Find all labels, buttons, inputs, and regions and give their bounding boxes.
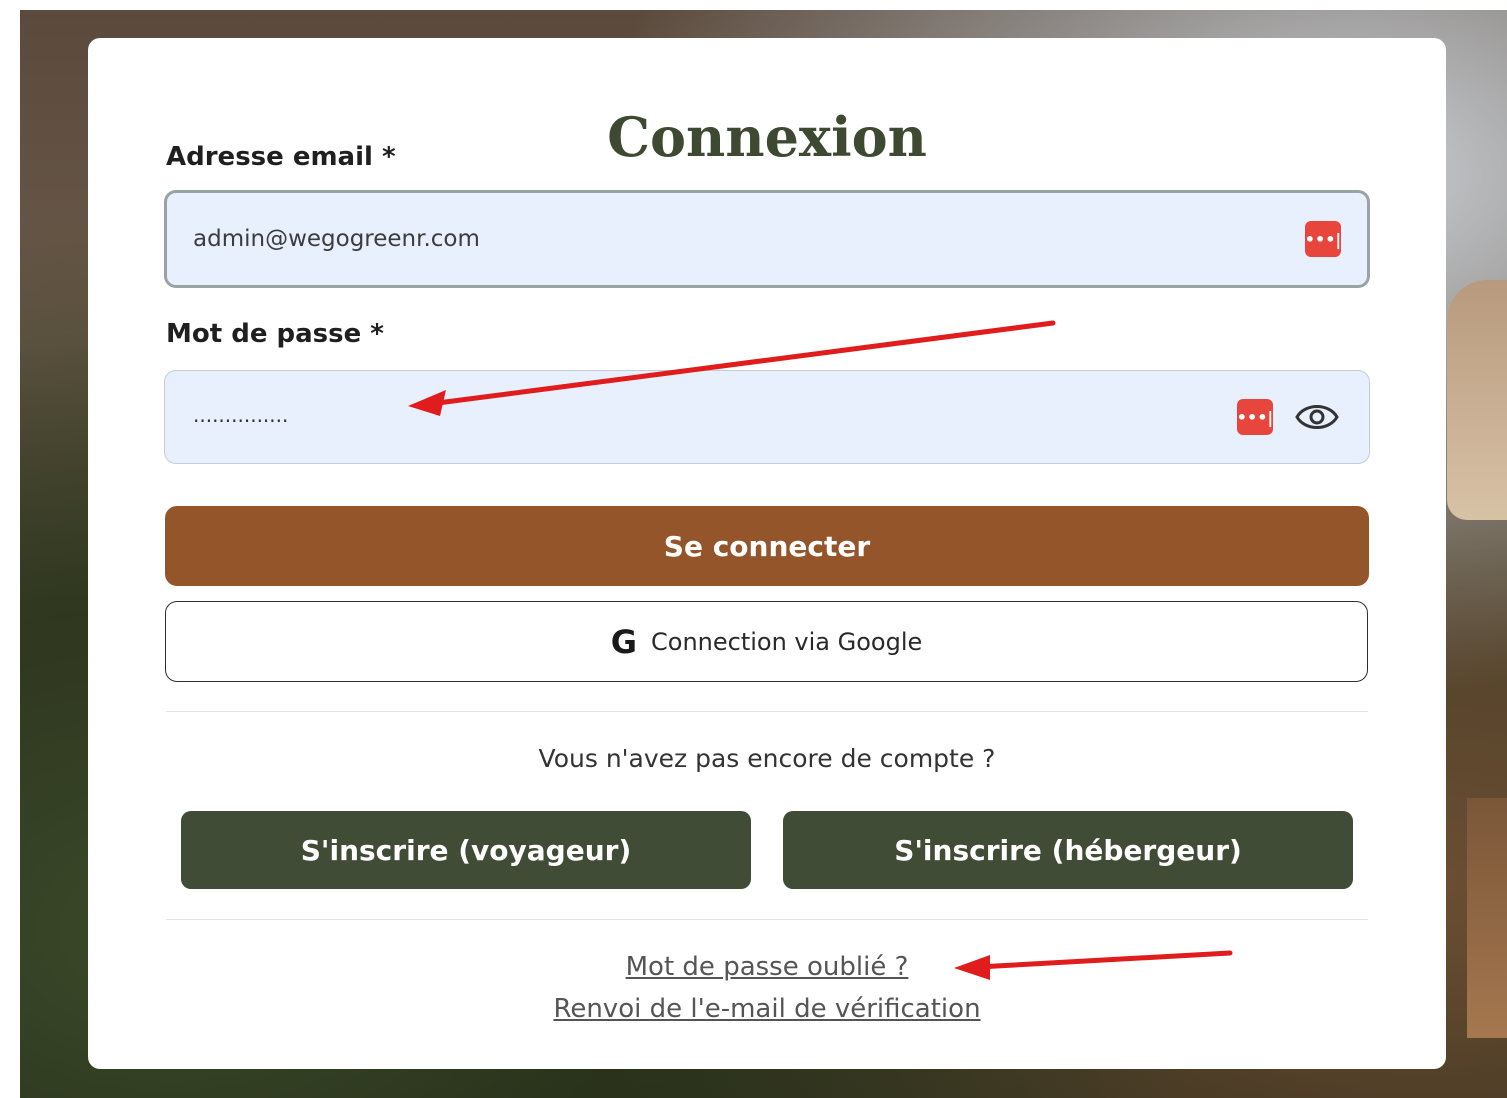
divider — [166, 711, 1368, 712]
google-login-button[interactable]: G Connection via Google — [165, 601, 1368, 682]
password-manager-icon[interactable]: •••| — [1237, 399, 1273, 435]
email-field[interactable] — [193, 193, 1193, 285]
signup-traveler-button[interactable]: S'inscrire (voyageur) — [181, 811, 751, 889]
login-button[interactable]: Se connecter — [165, 506, 1369, 586]
google-icon: G — [610, 622, 637, 661]
login-card: Connexion Adresse email * •••| Mot de pa… — [88, 38, 1446, 1069]
password-manager-icon[interactable]: •••| — [1305, 221, 1341, 257]
email-field-wrapper: •••| — [164, 190, 1370, 288]
background-parasol — [1447, 280, 1507, 520]
resend-verification-link[interactable]: Renvoi de l'e-mail de vérification — [553, 994, 980, 1024]
password-value: ............... — [193, 403, 289, 427]
divider — [166, 919, 1368, 920]
forgot-password-link[interactable]: Mot de passe oublié ? — [626, 952, 909, 982]
google-login-label: Connection via Google — [651, 627, 923, 656]
background-deck — [1467, 798, 1507, 1038]
no-account-text: Vous n'avez pas encore de compte ? — [538, 744, 996, 773]
password-label: Mot de passe * — [166, 319, 384, 349]
signup-host-button[interactable]: S'inscrire (hébergeur) — [783, 811, 1353, 889]
password-field[interactable]: ............... •••| — [164, 370, 1370, 464]
eye-icon[interactable] — [1295, 397, 1339, 437]
email-label: Adresse email * — [166, 142, 396, 172]
